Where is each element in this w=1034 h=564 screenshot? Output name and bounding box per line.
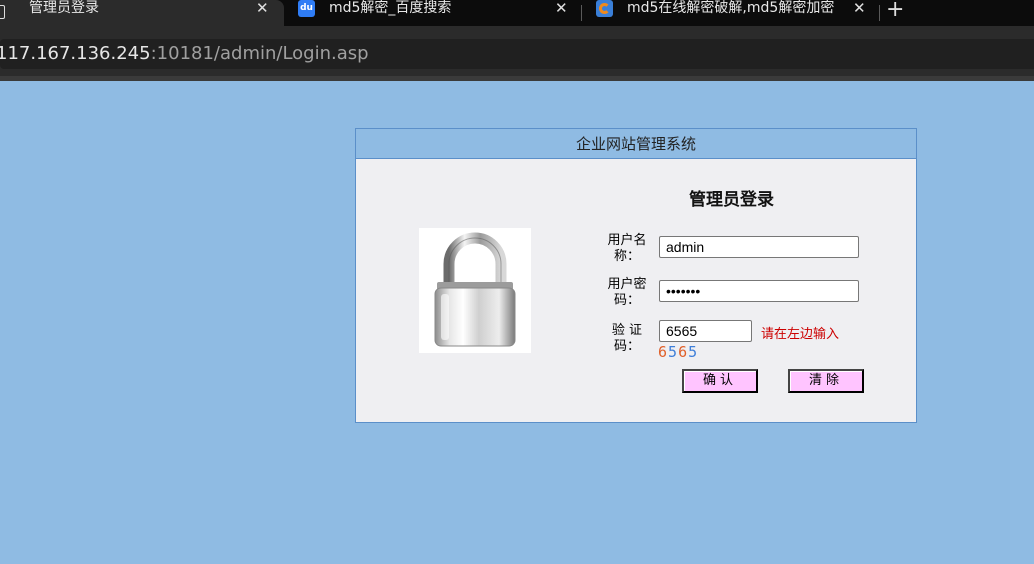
- login-title: 管理员登录: [689, 190, 774, 210]
- tab-admin-login[interactable]: 管理员登录 ✕: [0, 0, 284, 26]
- baidu-icon: du: [298, 0, 315, 17]
- panel-header: 企业网站管理系统: [356, 129, 916, 159]
- padlock-icon: [419, 228, 531, 353]
- tab-md5-site[interactable]: md5在线解密破解,md5解密加密 ✕: [582, 0, 876, 26]
- captcha-hint: 请在左边输入: [761, 327, 840, 342]
- captcha-char: 6: [678, 343, 689, 361]
- close-tab-icon[interactable]: ✕: [555, 0, 568, 17]
- browser-tab-strip: 管理员登录 ✕ du md5解密_百度搜索 ✕ md5在线解密破解,md5解密加…: [0, 0, 1034, 26]
- captcha-image[interactable]: 6565: [658, 343, 698, 361]
- md5-site-icon: [596, 0, 613, 17]
- tab-baidu-search[interactable]: du md5解密_百度搜索 ✕: [284, 0, 580, 26]
- captcha-char: 6: [658, 343, 669, 361]
- username-label: 用户名称：: [607, 233, 647, 264]
- close-tab-icon[interactable]: ✕: [853, 0, 866, 17]
- tab-title: md5在线解密破解,md5解密加密: [627, 0, 835, 16]
- page-icon: [0, 5, 5, 19]
- password-label: 用户密码：: [607, 277, 647, 308]
- clear-button[interactable]: 清除: [788, 369, 864, 393]
- confirm-button[interactable]: 确认: [682, 369, 758, 393]
- password-input[interactable]: •••••••: [659, 280, 859, 302]
- login-panel: 企业网站管理系统 管理员登录 用户名称： admin 用户密码： •••••••…: [355, 128, 917, 423]
- username-input[interactable]: admin: [659, 236, 859, 258]
- url-path: :10181/admin/Login.asp: [150, 43, 369, 64]
- close-tab-icon[interactable]: ✕: [256, 0, 269, 17]
- captcha-char: 5: [688, 343, 699, 361]
- new-tab-icon[interactable]: +: [886, 0, 904, 22]
- tab-title: md5解密_百度搜索: [329, 0, 452, 16]
- tab-separator: [879, 5, 880, 21]
- address-bar-area: 117.167.136.245:10181/admin/Login.asp: [0, 26, 1034, 76]
- url-text[interactable]: 117.167.136.245:10181/admin/Login.asp: [0, 43, 369, 64]
- url-host: 117.167.136.245: [0, 43, 151, 64]
- address-bar[interactable]: 117.167.136.245:10181/admin/Login.asp: [0, 39, 1034, 69]
- toolbar-divider: [0, 76, 1034, 81]
- captcha-label: 验 证 码：: [611, 323, 643, 354]
- tab-title: 管理员登录: [29, 0, 99, 16]
- captcha-input[interactable]: 6565: [659, 320, 752, 342]
- captcha-char: 5: [668, 343, 679, 361]
